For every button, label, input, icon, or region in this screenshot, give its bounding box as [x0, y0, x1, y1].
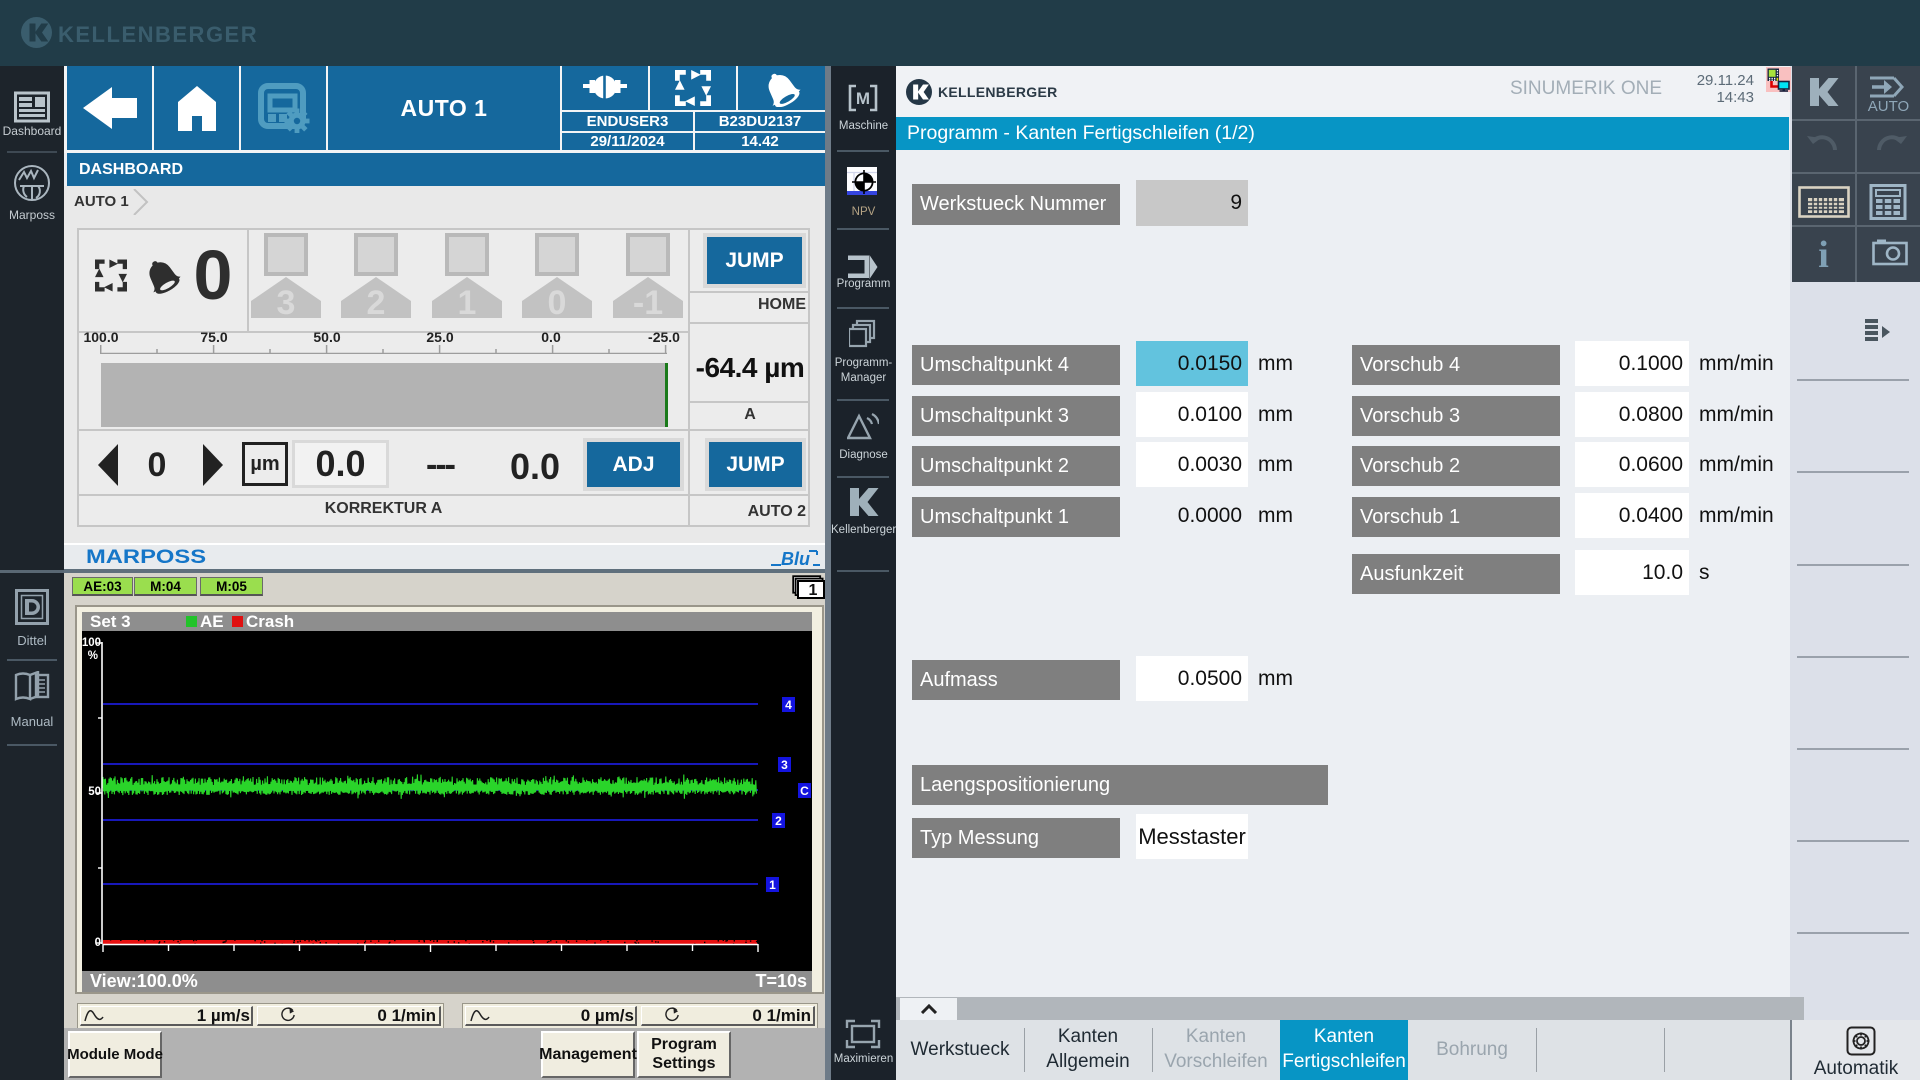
svg-text:4: 4 — [785, 698, 792, 712]
svg-text:2: 2 — [367, 284, 386, 318]
svg-text:100: 100 — [82, 637, 101, 649]
svg-text:C: C — [800, 784, 809, 798]
svg-text:3: 3 — [277, 284, 296, 318]
svg-text:Blu: Blu — [781, 549, 810, 568]
svg-text:1: 1 — [809, 582, 818, 599]
svg-text:2: 2 — [775, 814, 782, 828]
svg-text:1: 1 — [769, 878, 776, 892]
svg-text:-1: -1 — [633, 284, 663, 318]
svg-text:0: 0 — [548, 284, 567, 318]
svg-text:%: % — [88, 650, 98, 662]
svg-text:3: 3 — [781, 758, 788, 772]
svg-text:50: 50 — [88, 786, 101, 798]
svg-text:1: 1 — [458, 284, 477, 318]
svg-text:M: M — [856, 89, 870, 108]
svg-text:0: 0 — [95, 937, 101, 949]
